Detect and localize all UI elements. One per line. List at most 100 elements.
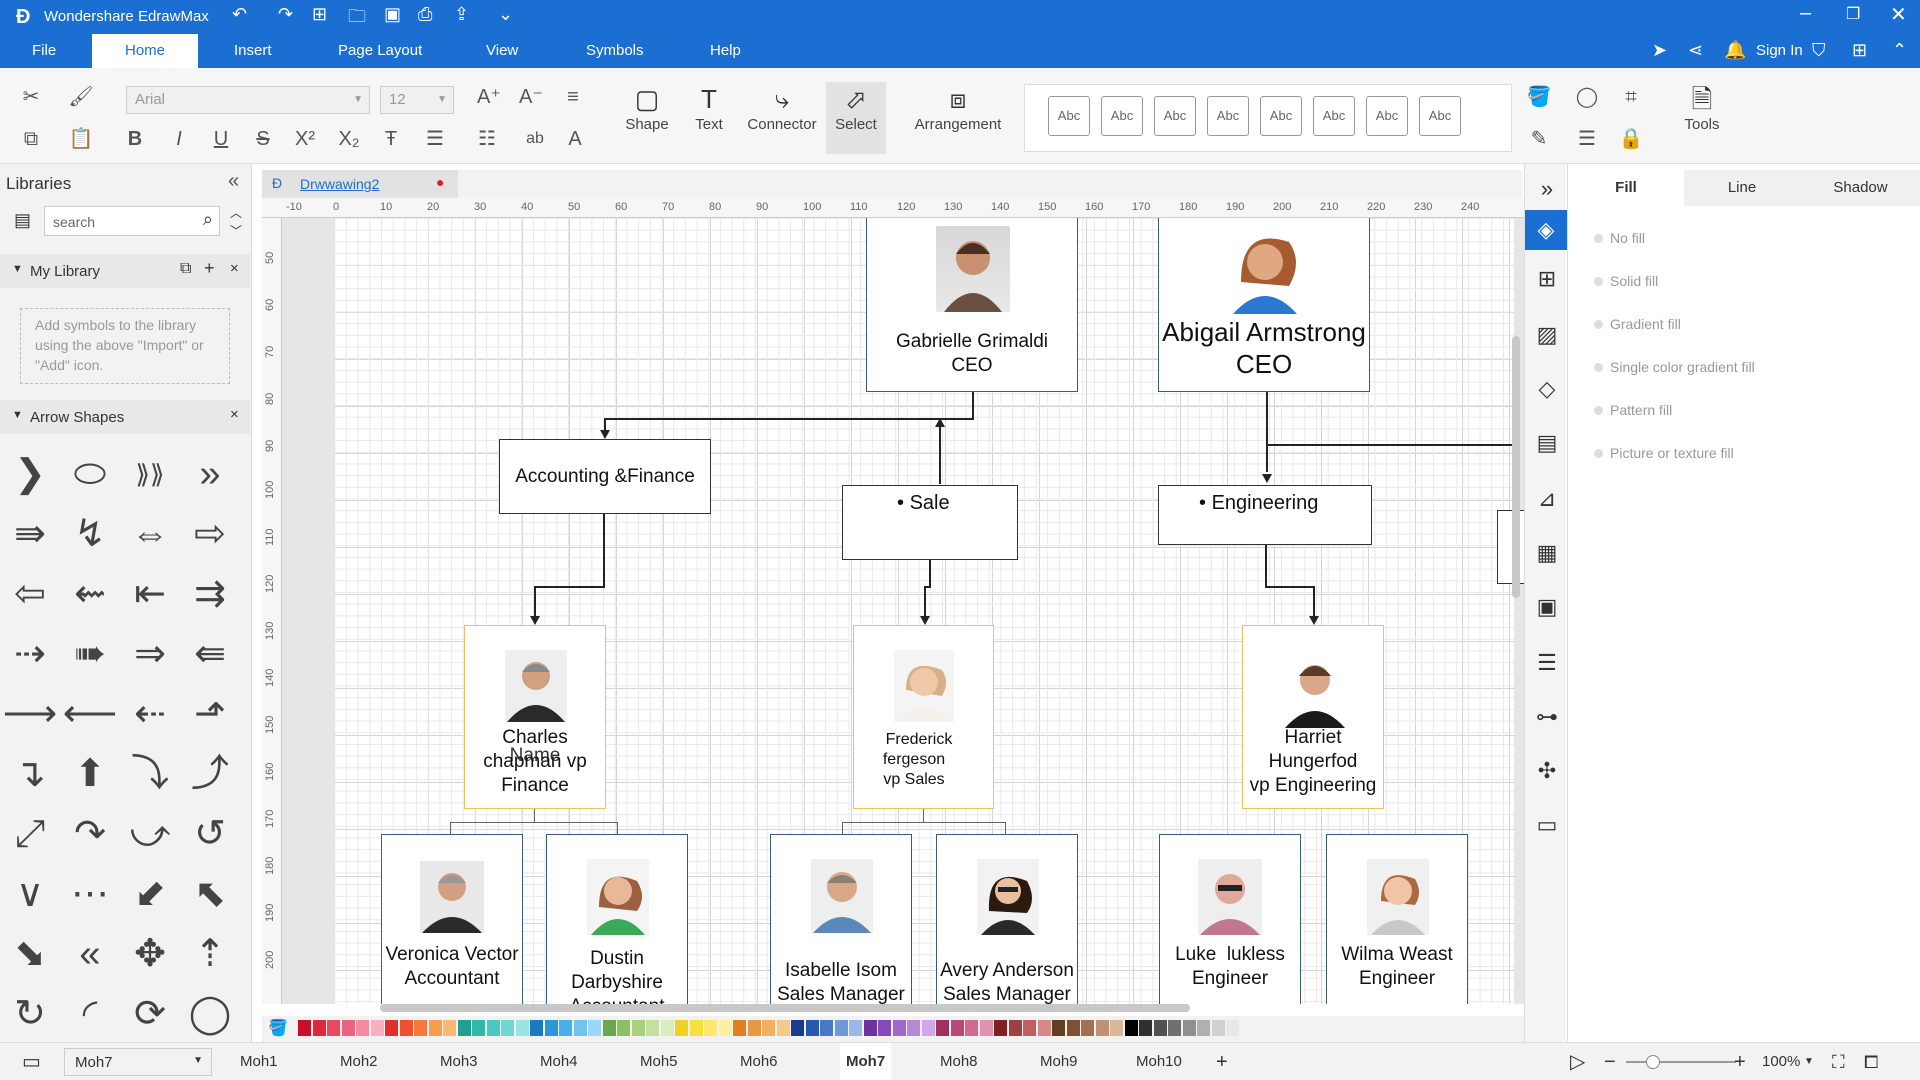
connector[interactable] [939, 426, 941, 484]
zoom-level[interactable]: 100% [1762, 1043, 1800, 1080]
color-swatch[interactable] [1182, 1020, 1196, 1036]
connector[interactable] [842, 822, 843, 834]
double-arrow-shape[interactable]: ⇔ [122, 510, 178, 558]
color-swatch[interactable] [617, 1020, 630, 1036]
color-swatch[interactable] [1037, 1020, 1051, 1036]
page-tab[interactable]: Moh4 [540, 1043, 578, 1080]
menu-symbols[interactable]: Symbols [586, 34, 644, 68]
export-icon[interactable]: ⇪ [454, 4, 469, 25]
s-arrow-shape[interactable]: ↯ [62, 510, 118, 558]
style-swatch[interactable]: Abc [1207, 96, 1249, 136]
horizontal-scrollbar[interactable] [380, 1004, 1190, 1012]
my-library-header[interactable]: ▼ My Library ⧉ + × [0, 254, 250, 288]
curve-up-arrow-shape[interactable]: ⤴ [182, 750, 238, 798]
curve-down-arrow-shape[interactable]: ⤵ [122, 750, 178, 798]
staff-node-wilma[interactable]: Wilma Weast Engineer [1326, 834, 1468, 1004]
publish-icon[interactable]: ➤ [1652, 40, 1667, 61]
style-swatch[interactable]: Abc [1366, 96, 1408, 136]
notched-left-arrow-shape[interactable]: ⇚ [182, 630, 238, 678]
dotted-arrow-shape[interactable]: ⇢ [2, 630, 58, 678]
fill-option-pattern[interactable]: Pattern fill [1594, 402, 1672, 418]
cut-icon[interactable]: ✂ [16, 82, 46, 112]
left-double-chevron-shape[interactable]: « [62, 930, 118, 978]
font-color-icon[interactable]: A [560, 124, 590, 154]
color-swatch[interactable] [1124, 1020, 1138, 1036]
image-icon[interactable]: ▨ [1532, 320, 1562, 350]
connector[interactable] [972, 392, 974, 418]
dept-node-accounting[interactable]: Accounting &Finance [499, 439, 711, 514]
multi-chevron-shape[interactable]: ⟫⟫ [122, 450, 178, 498]
page-view-icon[interactable]: ▭ [22, 1049, 41, 1074]
share-icon[interactable]: ⋖ [1688, 40, 1703, 61]
color-swatch[interactable] [965, 1020, 978, 1036]
fill-option-picture[interactable]: Picture or texture fill [1594, 445, 1734, 461]
fit-page-icon[interactable]: ⛶ [1832, 1043, 1845, 1080]
color-swatch[interactable] [979, 1020, 993, 1036]
copy-icon[interactable]: ⧉ [16, 124, 46, 154]
bold-icon[interactable]: B [120, 124, 150, 154]
color-swatch[interactable] [559, 1020, 572, 1036]
color-swatch[interactable] [327, 1020, 340, 1036]
arc-arrow-shape[interactable]: ◜ [62, 990, 118, 1038]
search-icon[interactable]: ⌕ [203, 209, 213, 230]
color-swatch[interactable] [544, 1020, 558, 1036]
up-turn-arrow-shape[interactable]: ⬏ [182, 690, 238, 738]
collapse-ribbon-icon[interactable]: ⌃ [1892, 40, 1907, 61]
apps-grid-icon[interactable]: ⊞ [1852, 40, 1867, 61]
connector[interactable] [534, 598, 536, 616]
expand-panel-icon[interactable]: » [1532, 174, 1562, 204]
zoom-slider[interactable] [1626, 1061, 1736, 1063]
zoom-slider-thumb[interactable] [1646, 1055, 1660, 1069]
left-arrow-shape[interactable]: ⇦ [2, 570, 58, 618]
style-swatch[interactable]: Abc [1419, 96, 1461, 136]
scroll-down-icon[interactable]: ﹀ [230, 222, 242, 239]
tab-fill[interactable]: Fill [1568, 170, 1684, 206]
connector[interactable] [617, 822, 618, 834]
arrow-shapes-header[interactable]: ▼ Arrow Shapes × [0, 400, 250, 434]
fill-bucket-icon[interactable]: 🪣 [1524, 82, 1554, 112]
connector[interactable] [923, 808, 924, 822]
shape-tool[interactable]: ▢ Shape [622, 82, 672, 133]
decrease-font-icon[interactable]: A⁻ [516, 82, 546, 112]
connector[interactable] [450, 822, 451, 834]
crop-icon[interactable]: ⌗ [1616, 82, 1646, 112]
play-icon[interactable]: ▷ [1570, 1043, 1585, 1080]
color-swatch[interactable] [443, 1020, 456, 1036]
color-swatch[interactable] [602, 1020, 616, 1036]
connector-tool[interactable]: ⤷ Connector [744, 82, 820, 133]
color-swatch[interactable] [820, 1020, 833, 1036]
hexagon-arrow-shape[interactable]: ⬭ [62, 450, 118, 498]
menu-insert[interactable]: Insert [234, 34, 272, 68]
arrangement-tool[interactable]: ⧈ Arrangement [910, 82, 1006, 133]
double-chevron-shape[interactable]: » [182, 450, 238, 498]
color-swatch[interactable] [1153, 1020, 1167, 1036]
page-select[interactable]: Moh7 ▼ [64, 1048, 212, 1076]
page-icon[interactable]: ▤ [1532, 428, 1562, 458]
open-folder-icon[interactable]: 🗀 [348, 4, 366, 34]
color-swatch[interactable] [1110, 1020, 1123, 1036]
bent-down-arrow-shape[interactable]: ↴ [2, 750, 58, 798]
color-swatch[interactable] [776, 1020, 790, 1036]
vp-node-charles[interactable]: Charles Name chapman vp Finance [464, 625, 606, 809]
staff-node-luke[interactable]: Luke lukless Engineer [1159, 834, 1301, 1004]
color-swatch[interactable] [704, 1020, 717, 1036]
underline-icon[interactable]: U [206, 124, 236, 154]
color-swatch[interactable] [936, 1020, 949, 1036]
page-tab-active[interactable]: Moh7 [840, 1043, 892, 1080]
color-swatch[interactable] [849, 1020, 862, 1036]
diagonal-down-arrow-shape[interactable]: ⬊ [2, 930, 58, 978]
quick-access-dropdown-icon[interactable]: ⌄ [498, 4, 513, 25]
mindmap-icon[interactable]: ✣ [1532, 756, 1562, 786]
superscript-icon[interactable]: X² [290, 124, 320, 154]
right-block-arrow-shape[interactable]: ⇒ [122, 630, 178, 678]
paste-icon[interactable]: 📋 [66, 124, 96, 154]
thin-right-arrow-shape[interactable]: ⟶ [2, 690, 58, 738]
menu-home[interactable]: Home [92, 34, 198, 68]
color-swatch[interactable] [1081, 1020, 1094, 1036]
org-chart-icon[interactable]: ⊶ [1532, 702, 1562, 732]
color-swatch[interactable] [530, 1020, 543, 1036]
connector[interactable] [1313, 586, 1315, 616]
italic-icon[interactable]: I [164, 124, 194, 154]
page-tab[interactable]: Moh2 [340, 1043, 378, 1080]
dept-node-engineering[interactable]: • Engineering [1158, 485, 1372, 545]
